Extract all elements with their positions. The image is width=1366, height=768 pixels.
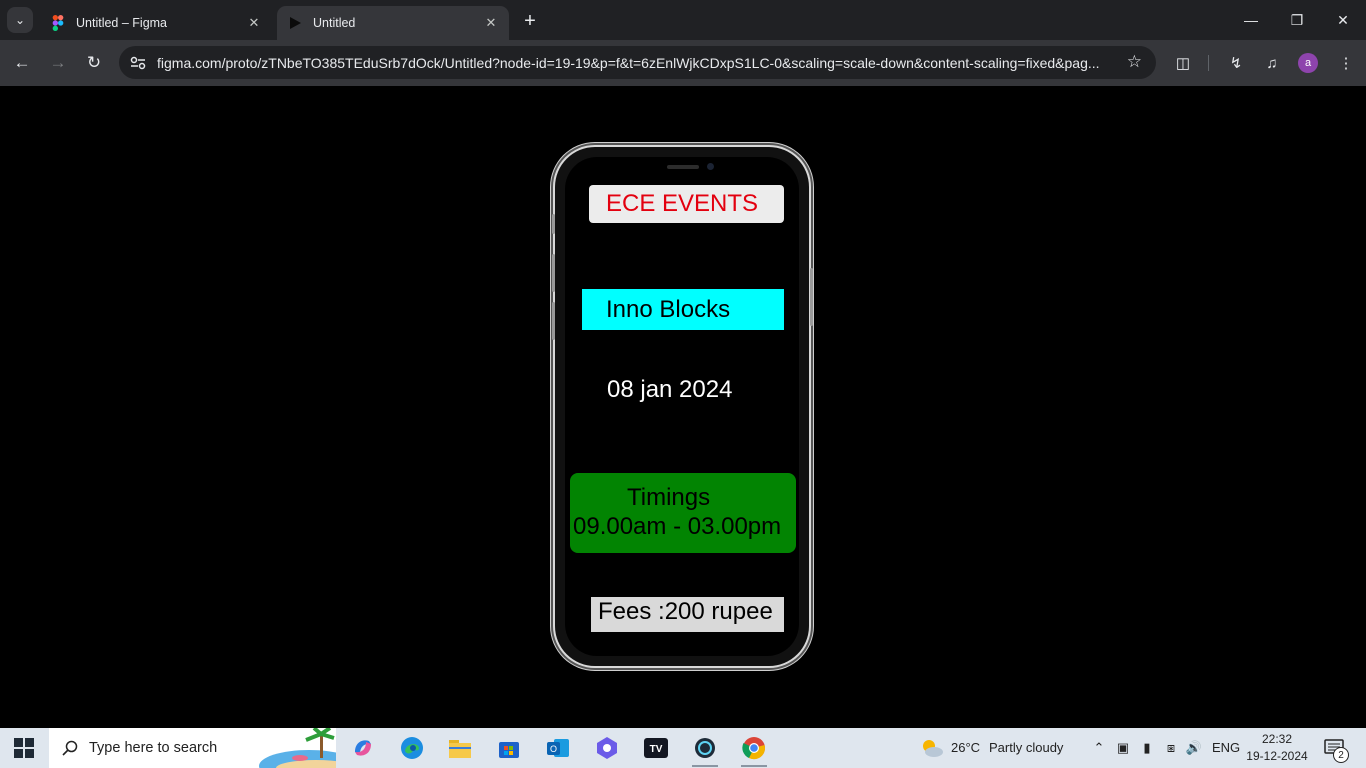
camera-tray-icon[interactable]: ▣ [1114, 739, 1132, 757]
timings-label: Timings [627, 484, 711, 511]
close-tab-icon[interactable]: ✕ [481, 13, 501, 33]
phone-speaker [667, 165, 699, 169]
svg-text:O: O [550, 744, 557, 754]
new-tab-button[interactable]: + [518, 9, 542, 33]
event-date: 08 jan 2024 [607, 376, 733, 403]
tab-title: Untitled – Figma [76, 16, 168, 30]
back-icon[interactable]: ← [9, 50, 35, 76]
close-tab-icon[interactable]: ✕ [244, 13, 264, 33]
play-icon [287, 15, 303, 31]
phone-camera [707, 163, 714, 170]
address-bar[interactable]: figma.com/proto/zTNbeTO385TEduSrb7dOck/U… [119, 46, 1156, 79]
performance-icon[interactable]: ↯ [1224, 51, 1248, 75]
weather-partly-cloudy-icon[interactable] [920, 739, 944, 757]
obs-app-icon[interactable] [689, 732, 721, 767]
url-text: figma.com/proto/zTNbeTO385TEduSrb7dOck/U… [157, 54, 1100, 71]
phone-volume-up-button [552, 254, 555, 292]
search-placeholder: Type here to search [89, 740, 218, 756]
outlook-icon[interactable]: O [542, 732, 574, 764]
event-timings-card: Timings 09.00am - 03.00pm [570, 473, 796, 553]
edge-browser-icon[interactable] [396, 732, 428, 764]
phone-volume-down-button [552, 302, 555, 340]
browser-toolbar: ← → ↻ figma.com/proto/zTNbeTO385TEduSrb7… [0, 40, 1366, 86]
weather-temperature[interactable]: 26°C [951, 740, 980, 755]
wifi-icon[interactable]: ⧆ [1162, 739, 1180, 757]
phone-screen [565, 157, 799, 656]
svg-text:TV: TV [650, 744, 663, 755]
restore-icon[interactable]: ❐ [1274, 0, 1320, 40]
reload-icon[interactable]: ↻ [81, 50, 107, 76]
file-explorer-icon[interactable] [444, 732, 476, 764]
minimize-icon[interactable]: — [1228, 0, 1274, 40]
windows-start-icon[interactable] [14, 738, 34, 758]
phone-mute-button [552, 214, 555, 234]
tab-untitled[interactable]: Untitled ✕ [277, 6, 509, 40]
volume-icon[interactable]: 🔊 [1185, 739, 1203, 757]
clock-date: 19-12-2024 [1246, 749, 1308, 763]
figma-icon [50, 15, 66, 31]
menu-icon[interactable]: ⋮ [1334, 51, 1358, 75]
tab-figma[interactable]: Untitled – Figma ✕ [40, 6, 272, 40]
timings-value: 09.00am - 03.00pm [573, 513, 782, 540]
beach-illustration-icon [259, 728, 336, 768]
toolbar-divider [1208, 55, 1209, 71]
tab-title: Untitled [313, 16, 356, 30]
close-window-icon[interactable]: ✕ [1320, 0, 1366, 40]
notification-count-badge: 2 [1333, 747, 1349, 763]
site-info-icon[interactable] [127, 52, 149, 74]
bookmark-star-icon[interactable]: ☆ [1127, 52, 1142, 72]
battery-icon[interactable]: ▮ [1138, 739, 1156, 757]
event-category-header: ECE EVENTS [589, 185, 784, 223]
media-controls-icon[interactable]: ♫ [1260, 51, 1284, 75]
copilot-icon[interactable] [347, 732, 379, 764]
chrome-icon[interactable] [738, 732, 770, 767]
microsoft-store-icon[interactable] [493, 732, 525, 764]
tab-search-button[interactable]: ⌄ [7, 7, 33, 33]
tradingview-icon[interactable]: TV [640, 732, 672, 764]
forward-icon[interactable]: → [45, 50, 71, 76]
copilot-app-icon[interactable] [591, 732, 623, 764]
tab-strip: ⌄ Untitled – Figma ✕ Untitled ✕ + — ❐ ✕ [0, 0, 1366, 40]
event-fees: Fees :200 rupee [591, 597, 784, 632]
taskbar-search[interactable]: Type here to search [49, 728, 336, 768]
event-name: Inno Blocks [582, 289, 784, 330]
profile-avatar[interactable]: a [1298, 53, 1318, 73]
search-icon [61, 739, 79, 757]
weather-description[interactable]: Partly cloudy [989, 740, 1063, 755]
taskbar: Type here to search O TV 26°C Partly clo… [0, 728, 1366, 768]
clock-time: 22:32 [1261, 732, 1293, 746]
extensions-icon[interactable]: ◫ [1171, 51, 1195, 75]
taskbar-clock[interactable]: 22:32 19-12-2024 [1245, 731, 1309, 765]
language-indicator[interactable]: ENG [1212, 740, 1240, 755]
phone-power-button [810, 268, 813, 326]
chevron-up-icon[interactable]: ⌃ [1090, 739, 1108, 757]
